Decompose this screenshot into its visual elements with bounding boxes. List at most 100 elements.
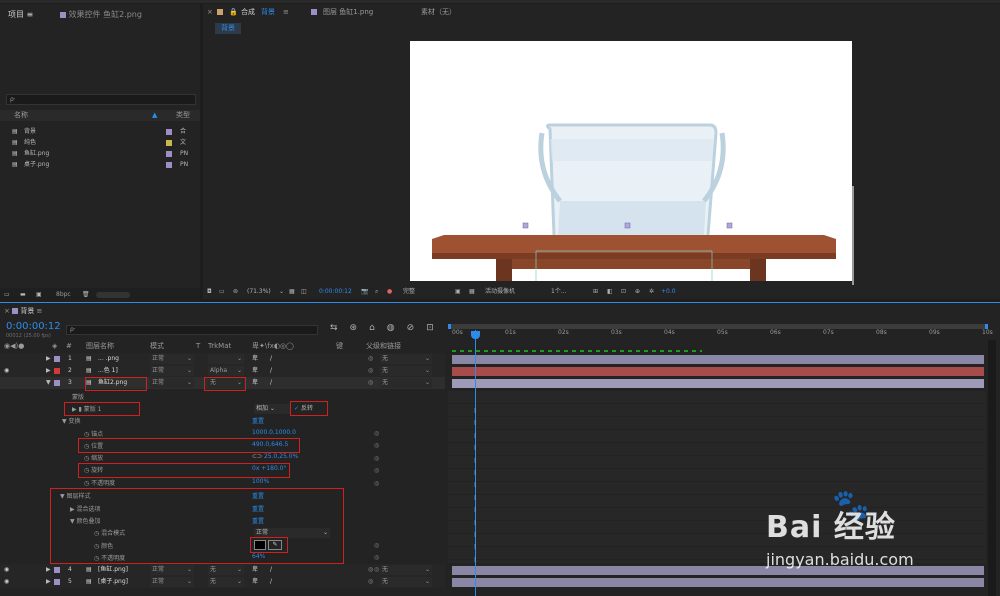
shy-icon[interactable]: 卑 xyxy=(252,377,258,389)
exposure-value[interactable]: +0.0 xyxy=(661,285,676,299)
layer-row[interactable]: ◉ ▶ 5 ▤ [桌子.png] 正常 ⌄ 无 ⌄ 卑 / ◎ 无 ⌄ xyxy=(0,576,445,588)
quality-icon[interactable]: / xyxy=(270,564,272,576)
timeline-tab[interactable]: × 背景 ≡ xyxy=(4,305,42,317)
camera-icon[interactable]: 📷 xyxy=(361,285,368,299)
menu-icon[interactable]: ≡ xyxy=(283,4,289,20)
anchor-label[interactable]: ◷ 锚点 xyxy=(84,429,103,438)
comp-tab-name[interactable]: 背景 xyxy=(261,4,275,20)
grid-icon[interactable]: ▦ xyxy=(289,285,295,299)
chevron-down-icon[interactable]: ⌄ xyxy=(279,285,284,299)
layer-label-color[interactable] xyxy=(54,579,60,585)
header-trkmat[interactable]: TrkMat xyxy=(208,341,231,351)
project-item[interactable]: ▤ 纯色 文 xyxy=(0,137,200,148)
twirl-icon[interactable]: ▶ xyxy=(46,576,51,588)
vr-icon[interactable]: ⊚ xyxy=(233,285,238,299)
layer-name[interactable]: [桌子.png] xyxy=(98,576,128,588)
pickwhip-icon[interactable]: ◎ xyxy=(368,576,373,588)
twirl-icon[interactable]: ▼ xyxy=(46,377,51,389)
mask-group-label[interactable]: 蒙版 xyxy=(72,392,84,401)
exposure-icon[interactable]: ✲ xyxy=(649,285,654,299)
playhead-handle[interactable] xyxy=(471,331,480,339)
scale-label[interactable]: ◷ 缩放 xyxy=(84,453,103,462)
snapshot-icon[interactable]: ⌕ xyxy=(375,285,378,299)
anchor-value[interactable]: 1000.0,1000.0 xyxy=(252,429,296,436)
timecode[interactable]: 0:00:00:12 xyxy=(6,321,61,332)
layer-bar-3[interactable] xyxy=(452,379,984,388)
project-item[interactable]: ▤ 桌子.png PN xyxy=(0,159,200,170)
pickwhip-icon[interactable]: ◎ xyxy=(368,353,373,365)
new-comp-icon[interactable]: ▣ xyxy=(36,288,42,302)
header-name[interactable]: 图层名称 xyxy=(86,341,114,351)
viewer-scrollbar[interactable] xyxy=(852,186,854,286)
quality-icon[interactable]: / xyxy=(270,377,272,389)
transparency-icon[interactable]: ▦ xyxy=(469,285,475,299)
footage-tab[interactable]: 素材（无） xyxy=(421,4,456,20)
twirl-icon[interactable]: ▶ xyxy=(46,564,51,576)
close-icon[interactable]: × xyxy=(207,4,213,20)
twirl-icon[interactable]: ▶ xyxy=(46,365,51,377)
pickwhip-icon[interactable]: ◎ xyxy=(368,365,373,377)
trkmat-select[interactable]: 无 ⌄ xyxy=(208,577,244,587)
mask-mode-select[interactable]: 相加 ⌄ xyxy=(254,404,290,414)
trkmat-select[interactable]: Alpha ⌄ xyxy=(208,366,244,376)
toggle-mask-icon[interactable]: ◧ xyxy=(607,285,613,299)
comp-tab-label[interactable]: 合成 xyxy=(241,4,255,20)
snapshot-show-icon[interactable]: ⊡ xyxy=(621,285,626,299)
layer-name[interactable]: ... .png xyxy=(98,353,119,365)
pickwhip-icon[interactable]: ◎ xyxy=(368,377,373,389)
quality-icon[interactable]: / xyxy=(270,353,272,365)
project-item[interactable]: ▤ 背景 合 xyxy=(0,126,200,137)
shy-icon[interactable]: 卑 xyxy=(252,365,258,377)
comp-breadcrumb[interactable]: 背景 xyxy=(215,23,241,34)
camera-select[interactable]: 活动摄像机 xyxy=(485,285,515,299)
trkmat-select[interactable]: 无 ⌄ xyxy=(208,565,244,575)
interpret-icon[interactable]: ▭ xyxy=(4,288,10,302)
layer-label-color[interactable] xyxy=(54,368,60,374)
layer-label-color[interactable] xyxy=(54,356,60,362)
layer-bar-2[interactable] xyxy=(452,367,984,376)
opacity-label[interactable]: ◷ 不透明度 xyxy=(84,478,115,487)
mode-select[interactable]: 正常 ⌄ xyxy=(150,565,194,575)
region-of-interest-icon[interactable]: ▣ xyxy=(455,285,461,299)
shy-icon[interactable]: 卑 xyxy=(252,353,258,365)
layer-row[interactable]: ◉ ▶ 2 ▤ ...色 1] 正常 ⌄ Alpha ⌄ 卑 / ◎ 无 ⌄ xyxy=(0,365,445,377)
mode-select[interactable]: 正常 ⌄ xyxy=(150,577,194,587)
search-field[interactable]: ρ· xyxy=(6,94,196,105)
trash-icon[interactable]: 🗑 xyxy=(82,288,90,302)
lock-icon[interactable]: 🔒 xyxy=(229,4,238,20)
layer-label-color[interactable] xyxy=(54,567,60,573)
mask-icon[interactable]: ◫ xyxy=(301,285,307,299)
layer-label-color[interactable] xyxy=(54,380,60,386)
project-item[interactable]: ▤ 鱼缸.png PN xyxy=(0,148,200,159)
trkmat-select[interactable]: ⌄ xyxy=(208,354,244,364)
monitor-icon[interactable]: ▭ xyxy=(219,285,225,299)
col-type[interactable]: 类型 xyxy=(176,110,190,121)
parent-select[interactable]: 无 ⌄ xyxy=(380,565,432,575)
parent-select[interactable]: 无 ⌄ xyxy=(380,366,432,376)
parent-select[interactable]: 无 ⌄ xyxy=(380,378,432,388)
mode-select[interactable]: 正常 ⌄ xyxy=(150,378,194,388)
eye-icon[interactable]: ◉ xyxy=(4,576,9,588)
transform-reset[interactable]: 重置 xyxy=(252,416,264,425)
timeline-search[interactable]: ρ· xyxy=(66,325,318,335)
project-tab[interactable]: 项目 ≡ xyxy=(8,8,33,22)
comp-canvas[interactable] xyxy=(410,41,852,281)
twirl-icon[interactable]: ▶ xyxy=(46,353,51,365)
opacity-value[interactable]: 100% xyxy=(252,478,269,485)
current-time[interactable]: 0:00:00:12 xyxy=(319,285,352,299)
flowchart-icon[interactable]: ⊕ xyxy=(635,285,640,299)
parent-select[interactable]: 无 ⌄ xyxy=(380,354,432,364)
layer-name[interactable]: [鱼缸.png] xyxy=(98,564,128,576)
quality-icon[interactable]: / xyxy=(270,365,272,377)
layer-tab[interactable]: 图层 鱼缸1.png xyxy=(323,4,373,20)
region-icon[interactable]: ◘ xyxy=(207,285,212,299)
fast-preview-icon[interactable]: ⊞ xyxy=(593,285,598,299)
scale-value[interactable]: ⊂⊃ 25.0,25.0% xyxy=(252,453,298,460)
eye-icon[interactable]: ◉ xyxy=(4,564,9,576)
channel-icon[interactable]: ● xyxy=(387,285,392,299)
quality-icon[interactable]: / xyxy=(270,576,272,588)
col-name[interactable]: 名称 xyxy=(14,110,28,121)
bpc-label[interactable]: 8bpc xyxy=(56,288,71,302)
shy-icon[interactable]: 卑 xyxy=(252,564,258,576)
folder-icon[interactable]: ▬ xyxy=(20,288,26,302)
